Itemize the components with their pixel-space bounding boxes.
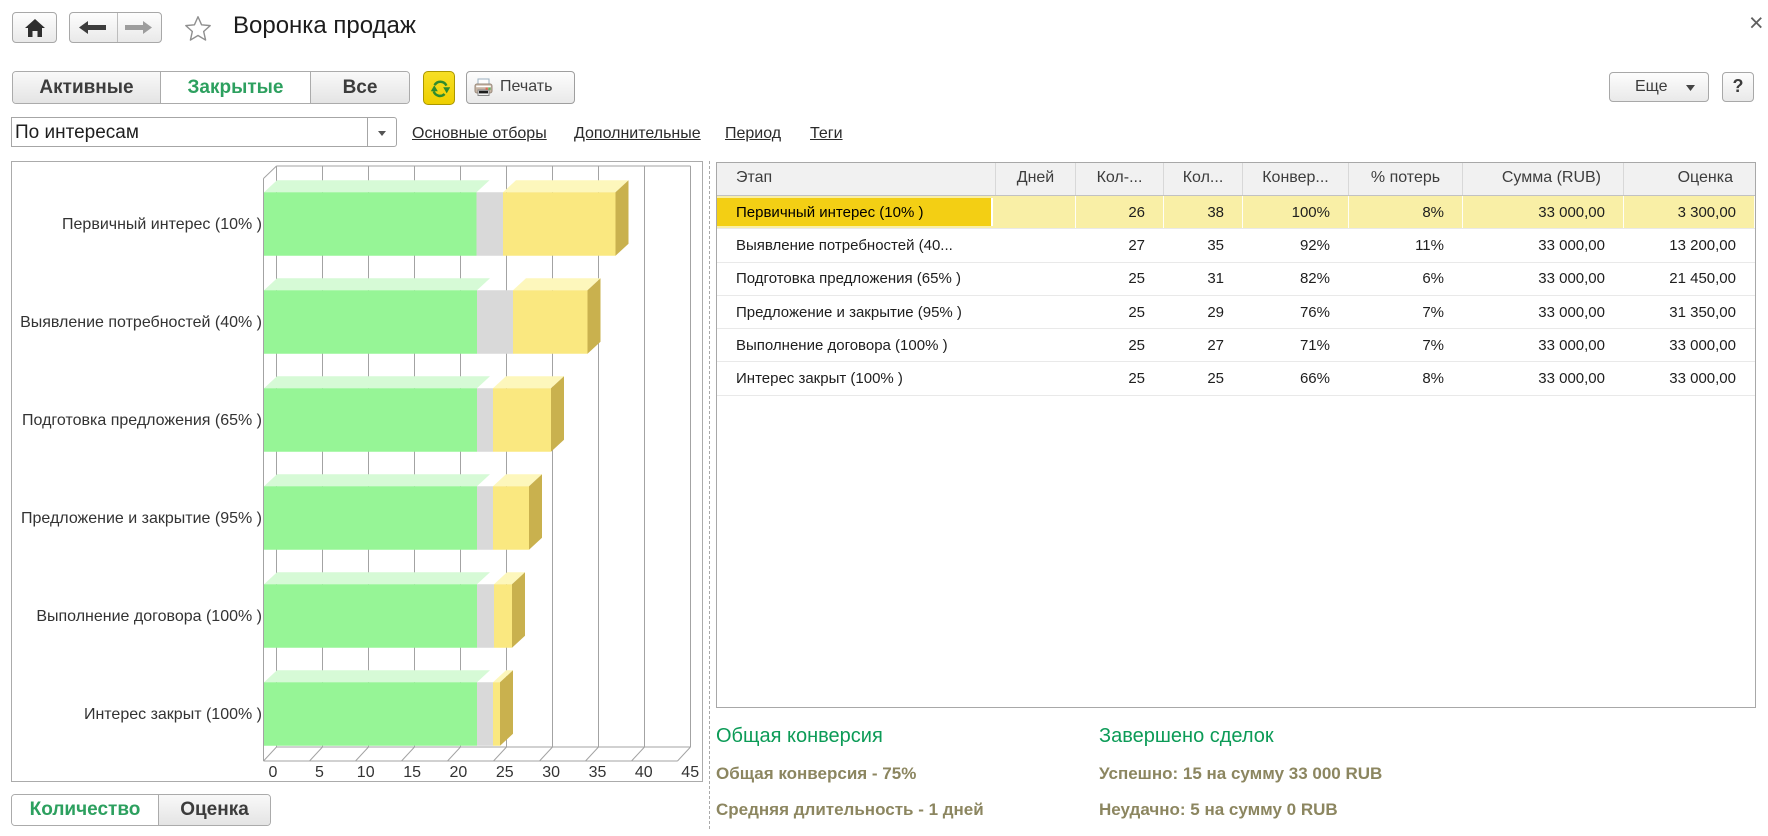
svg-text:30: 30 [542, 764, 560, 781]
svg-text:Выполнение договора (100% ): Выполнение договора (100% ) [36, 608, 262, 625]
svg-text:Выявление потребностей (40% ): Выявление потребностей (40% ) [20, 314, 262, 331]
svg-text:35: 35 [589, 764, 607, 781]
svg-text:10: 10 [357, 764, 375, 781]
svg-text:5: 5 [315, 764, 324, 781]
svg-text:25: 25 [496, 764, 514, 781]
svg-text:Подготовка предложения (65% ): Подготовка предложения (65% ) [22, 412, 262, 429]
svg-text:Интерес закрыт (100% ): Интерес закрыт (100% ) [84, 706, 262, 723]
svg-text:Предложение и закрытие (95% ): Предложение и закрытие (95% ) [21, 510, 262, 527]
svg-text:15: 15 [403, 764, 421, 781]
svg-text:0: 0 [269, 764, 278, 781]
svg-text:20: 20 [450, 764, 468, 781]
svg-text:45: 45 [681, 764, 699, 781]
svg-text:40: 40 [635, 764, 653, 781]
svg-text:Первичный интерес (10% ): Первичный интерес (10% ) [62, 216, 262, 233]
